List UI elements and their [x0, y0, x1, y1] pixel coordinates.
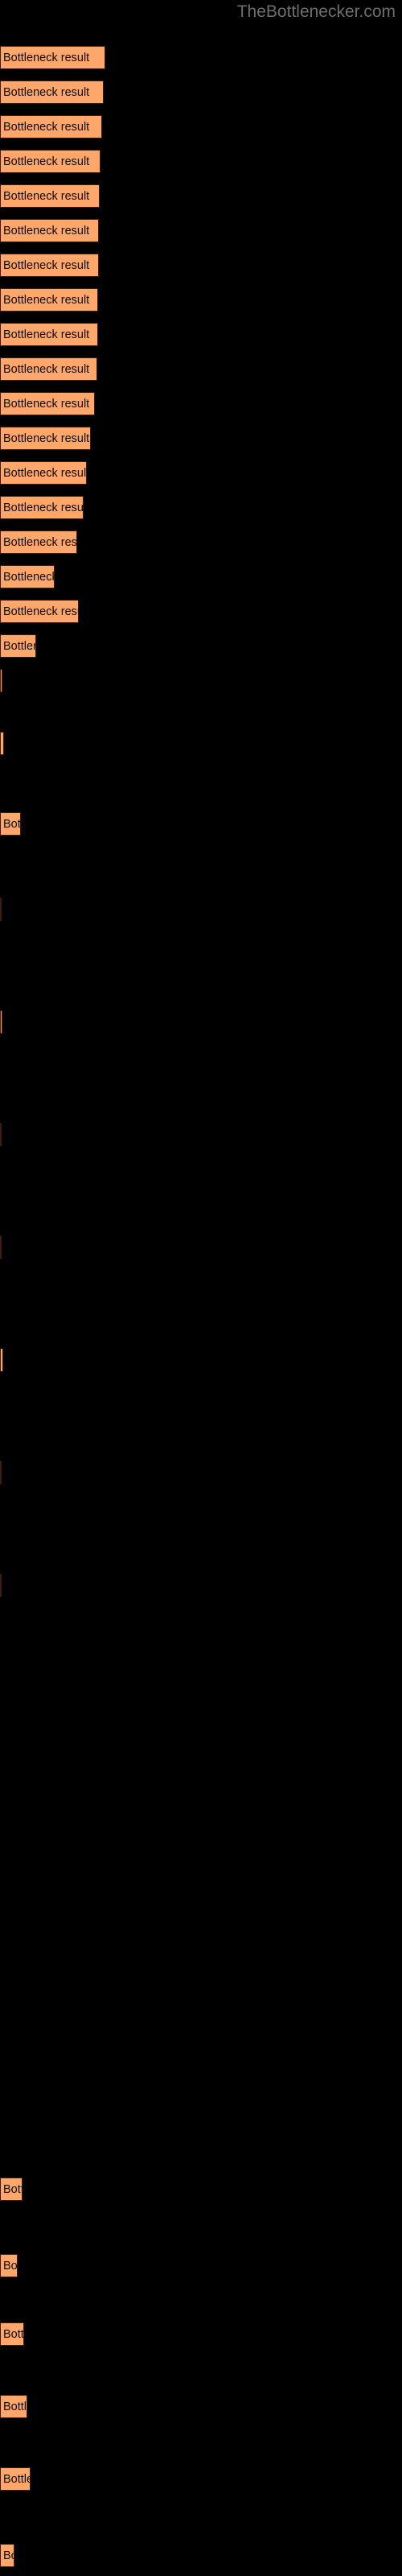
- bar-label: Bottleneck result: [3, 2401, 27, 2413]
- bar: Bottleneck result: [0, 732, 4, 755]
- bar-label: Bottleneck result: [3, 2473, 30, 2486]
- bar-label: Bottleneck result: [3, 328, 90, 341]
- bottleneck-bar-chart: Bottleneck result Bottleneck result Bottle…: [0, 0, 402, 2576]
- bar-label: Bottleneck result: [3, 467, 87, 480]
- bar: Bottleneck result: [0, 812, 21, 836]
- bar: Bottleneck result: [0, 461, 87, 485]
- bar: Bottleneck result: [0, 1574, 2, 1597]
- bar: Bottleneck result: [0, 288, 98, 312]
- bar: Bottleneck result: [0, 150, 100, 173]
- bar: Bottleneck result: [0, 1010, 2, 1034]
- bar: Bottleneck result: [0, 392, 95, 415]
- bar-label: Bottleneck result: [3, 2328, 24, 2341]
- bar: Bottleneck result: [0, 427, 91, 450]
- bar-label: Bottleneck result: [3, 363, 90, 376]
- bar-label: Bottleneck result: [3, 818, 21, 831]
- bar: Bottleneck result: [0, 1461, 2, 1484]
- bar: Bottleneck result: [0, 565, 55, 588]
- bar-label: Bottleneck result: [3, 121, 90, 134]
- bar-label: Bottleneck result: [3, 432, 90, 445]
- bar-label: Bottleneck result: [3, 225, 90, 237]
- bar: Bottleneck result: [0, 634, 36, 658]
- bar-label: Bottleneck result: [3, 398, 90, 411]
- bar: Bottleneck result: [0, 496, 84, 519]
- bar: Bottleneck result: [0, 254, 99, 277]
- bar: Bottleneck result: [0, 219, 99, 242]
- bar: Bottleneck result: [0, 2254, 18, 2277]
- bar-label: Bottleneck result: [3, 571, 55, 584]
- bar-label: Bottleneck result: [3, 190, 90, 203]
- bar: Bottleneck result: [0, 600, 79, 623]
- bar-label: Bottleneck result: [3, 294, 90, 307]
- bar: Bottleneck result: [0, 115, 102, 138]
- bar-label: Bottleneck result: [3, 2549, 14, 2562]
- bar: Bottleneck result: [0, 2178, 23, 2201]
- bar-label: Bottleneck result: [3, 86, 90, 99]
- bar-label: Bottleneck result: [3, 2260, 18, 2273]
- bar-label: Bottleneck result: [3, 640, 35, 653]
- bar: Bottleneck result: [0, 46, 105, 69]
- bar-label: Bottleneck result: [3, 155, 90, 168]
- bar: Bottleneck result: [0, 1348, 3, 1372]
- bar: Bottleneck result: [0, 2544, 14, 2567]
- bar-label: Bottleneck result: [3, 2183, 22, 2196]
- bar: Bottleneck result: [0, 357, 97, 381]
- bar: Bottleneck result: [0, 898, 2, 921]
- bar: Bottleneck result: [0, 1236, 2, 1259]
- bar: Bottleneck result: [0, 184, 100, 208]
- bar-label: Bottleneck result: [3, 536, 77, 549]
- bar-label: Bottleneck result: [3, 502, 84, 514]
- bar: Bottleneck result: [0, 530, 77, 554]
- bar-label: Bottleneck result: [3, 52, 90, 64]
- bar: Bottleneck result: [0, 323, 98, 346]
- bar: Bottleneck result: [0, 2322, 24, 2346]
- bar: Bottleneck result: [0, 80, 104, 104]
- bar-label: Bottleneck result: [3, 733, 4, 755]
- bar-label: Bottleneck result: [3, 259, 90, 272]
- bar: Bottleneck result: [0, 2467, 31, 2491]
- bar: Bottleneck result: [0, 2395, 27, 2418]
- bar-label: Bottleneck result: [3, 605, 78, 618]
- bar: Bottleneck result: [0, 1123, 2, 1146]
- bar: Bottleneck result: [0, 669, 2, 692]
